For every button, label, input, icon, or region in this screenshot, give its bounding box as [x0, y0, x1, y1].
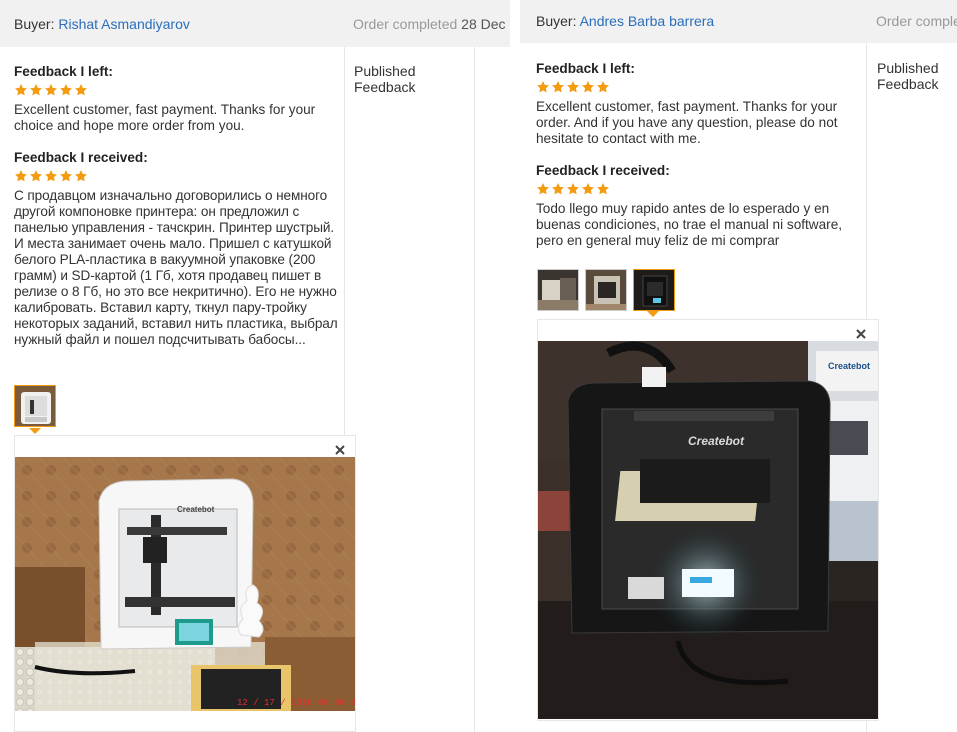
photo-thumbnails [537, 269, 675, 311]
star-icon [581, 182, 595, 196]
star-icon [74, 83, 88, 97]
thumbnail-image [586, 270, 626, 310]
star-icon [596, 182, 610, 196]
review-photo: Createbot 12 / 17 / 2016 00:00:00 [15, 457, 355, 711]
star-icon [581, 80, 595, 94]
star-icon [29, 169, 43, 183]
thumbnail-image [15, 386, 55, 426]
printer-brand-label: Createbot [177, 505, 215, 514]
review-photo: Createbot Createbot [538, 341, 878, 719]
thumbnail-caret [29, 428, 41, 434]
photo-preview: Createbot Createbot [537, 319, 879, 721]
order-status-text: Order comple [876, 13, 957, 29]
order-date: 28 Dec [461, 16, 506, 32]
photo-thumbnail[interactable] [633, 269, 675, 311]
buyer-name-link[interactable]: Rishat Asmandiyarov [58, 16, 190, 32]
order-card-2: Buyer: Andres Barba barrera Order comple… [520, 0, 957, 732]
box-brand-label: Createbot [828, 361, 870, 371]
star-icon [551, 182, 565, 196]
buyer-label: Buyer: [14, 16, 55, 32]
star-icon [551, 80, 565, 94]
photo-preview: Createbot 12 / 17 / 2016 00:00:00 [14, 435, 356, 732]
publish-status: Published Feedback [877, 60, 939, 92]
photo-thumbnail[interactable] [537, 269, 579, 311]
order-status: Order completed 28 Dec [353, 16, 506, 32]
star-icon [566, 182, 580, 196]
star-icon [59, 169, 73, 183]
photo-thumbnail[interactable] [585, 269, 627, 311]
star-icon [44, 83, 58, 97]
feedback-received-rating [14, 169, 340, 184]
thumbnail-image [634, 270, 674, 310]
feedback-left-text: Excellent customer, fast payment. Thanks… [14, 102, 316, 133]
publish-status: Published Feedback [354, 63, 416, 95]
feedback-received-text: С продавцом изначально договорились о не… [14, 188, 338, 347]
buyer-name-link[interactable]: Andres Barba barrera [580, 13, 715, 29]
printer-brand-label: Createbot [688, 434, 745, 448]
star-icon [536, 182, 550, 196]
feedback-column: Feedback I left: Excellent customer, fas… [536, 61, 862, 249]
feedback-received-rating [536, 182, 862, 197]
close-icon[interactable] [854, 327, 868, 341]
order-status-text: Order completed [353, 16, 458, 32]
feedback-received-text: Todo llego muy rapido antes de lo espera… [536, 201, 843, 248]
star-icon [536, 80, 550, 94]
star-icon [596, 80, 610, 94]
photo-thumbnails [14, 385, 56, 427]
feedback-left-text: Excellent customer, fast payment. Thanks… [536, 99, 838, 146]
order-header: Buyer: Andres Barba barrera Order comple [520, 0, 957, 43]
photo-thumbnail[interactable] [14, 385, 56, 427]
thumbnail-image [538, 270, 578, 310]
star-icon [44, 169, 58, 183]
close-icon[interactable] [333, 443, 347, 457]
star-icon [566, 80, 580, 94]
star-icon [59, 83, 73, 97]
buyer-label: Buyer: [536, 13, 577, 29]
star-icon [74, 169, 88, 183]
column-divider [474, 47, 475, 732]
star-icon [29, 83, 43, 97]
star-icon [14, 169, 28, 183]
feedback-left-heading: Feedback I left: [14, 64, 113, 79]
feedback-received-heading: Feedback I received: [536, 163, 670, 178]
order-header: Buyer: Rishat Asmandiyarov Order complet… [0, 0, 510, 47]
feedback-received-heading: Feedback I received: [14, 150, 148, 165]
feedback-left-rating [536, 80, 862, 95]
order-status: Order comple [876, 13, 957, 29]
feedback-left-heading: Feedback I left: [536, 61, 635, 76]
feedback-column: Feedback I left: Excellent customer, fas… [14, 64, 340, 348]
star-icon [14, 83, 28, 97]
order-card-1: Buyer: Rishat Asmandiyarov Order complet… [0, 0, 510, 732]
thumbnail-caret [647, 311, 659, 317]
photo-timestamp: 12 / 17 / 2016 00:00:00 [237, 698, 355, 708]
feedback-left-rating [14, 83, 340, 98]
